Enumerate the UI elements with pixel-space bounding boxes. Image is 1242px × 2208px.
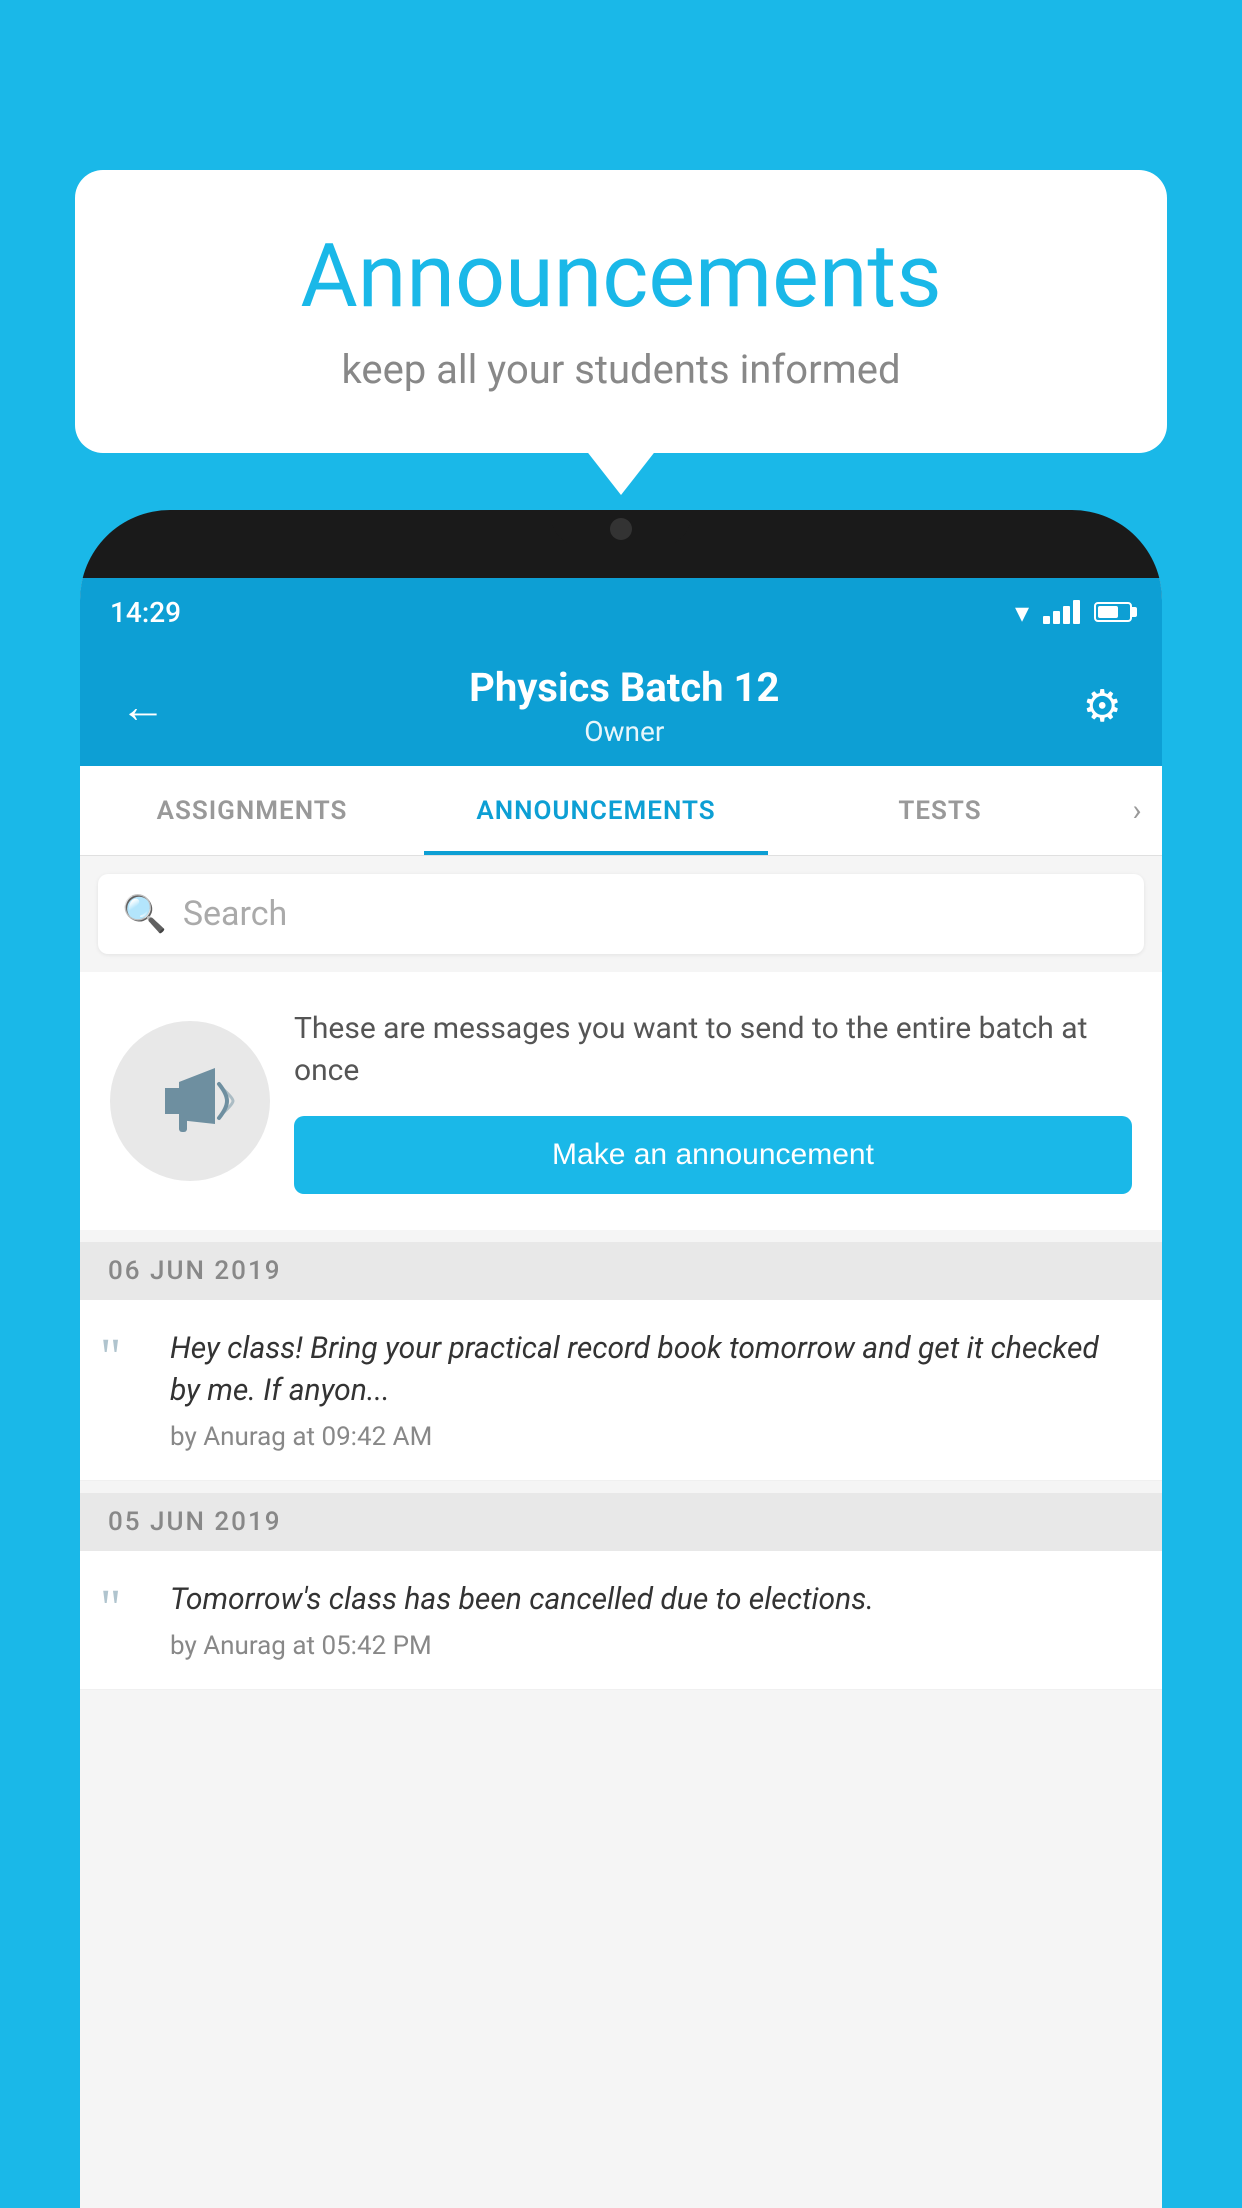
- back-button[interactable]: ←: [110, 669, 176, 744]
- app-bar-title: Physics Batch 12: [176, 664, 1073, 711]
- quote-icon-1: ": [100, 1332, 150, 1384]
- promo-right: These are messages you want to send to t…: [294, 1008, 1132, 1194]
- app-bar: ← Physics Batch 12 Owner ⚙: [80, 646, 1162, 766]
- wifi-icon: ▾: [1015, 596, 1029, 629]
- megaphone-icon: [145, 1056, 235, 1146]
- tab-assignments[interactable]: ASSIGNMENTS: [80, 766, 424, 855]
- app-bar-subtitle: Owner: [176, 715, 1073, 748]
- content-area: 🔍 Search: [80, 856, 1162, 2208]
- tab-bar: ASSIGNMENTS ANNOUNCEMENTS TESTS ›: [80, 766, 1162, 856]
- settings-button[interactable]: ⚙: [1073, 670, 1132, 742]
- status-icons: ▾: [1015, 596, 1132, 629]
- announcement-meta-2: by Anurag at 05:42 PM: [170, 1631, 1134, 1661]
- search-icon: 🔍: [122, 893, 167, 935]
- tab-tests[interactable]: TESTS: [768, 766, 1112, 855]
- announcement-item-1[interactable]: " Hey class! Bring your practical record…: [80, 1300, 1162, 1481]
- announcement-text-1: Hey class! Bring your practical record b…: [170, 1328, 1134, 1412]
- make-announcement-button[interactable]: Make an announcement: [294, 1116, 1132, 1194]
- search-bar[interactable]: 🔍 Search: [98, 874, 1144, 954]
- status-bar: 14:29 ▾: [80, 578, 1162, 646]
- status-time: 14:29: [110, 596, 181, 629]
- search-placeholder: Search: [183, 894, 287, 934]
- tab-more-icon[interactable]: ›: [1112, 766, 1162, 855]
- announcement-meta-1: by Anurag at 09:42 AM: [170, 1422, 1134, 1452]
- announcement-content-1: Hey class! Bring your practical record b…: [170, 1328, 1134, 1452]
- promo-description: These are messages you want to send to t…: [294, 1008, 1132, 1092]
- quote-icon-2: ": [100, 1583, 150, 1635]
- promo-icon-circle: [110, 1021, 270, 1181]
- promo-card: These are messages you want to send to t…: [80, 972, 1162, 1230]
- phone-screen: 14:29 ▾ ← Physics Batch 12 Owner: [80, 578, 1162, 2208]
- bubble-title: Announcements: [135, 225, 1107, 328]
- tab-announcements[interactable]: ANNOUNCEMENTS: [424, 766, 768, 855]
- signal-icon: [1043, 600, 1080, 624]
- camera: [610, 518, 632, 540]
- phone-notch: [551, 510, 691, 546]
- app-bar-title-section: Physics Batch 12 Owner: [176, 664, 1073, 748]
- announcement-item-2[interactable]: " Tomorrow's class has been cancelled du…: [80, 1551, 1162, 1690]
- announcement-text-2: Tomorrow's class has been cancelled due …: [170, 1579, 1134, 1621]
- announcement-content-2: Tomorrow's class has been cancelled due …: [170, 1579, 1134, 1661]
- battery-icon: [1094, 602, 1132, 622]
- date-separator-2: 05 JUN 2019: [80, 1493, 1162, 1551]
- date-separator-1: 06 JUN 2019: [80, 1242, 1162, 1300]
- bubble-subtitle: keep all your students informed: [135, 346, 1107, 393]
- speech-bubble-card: Announcements keep all your students inf…: [75, 170, 1167, 453]
- phone-frame: 14:29 ▾ ← Physics Batch 12 Owner: [80, 510, 1162, 2208]
